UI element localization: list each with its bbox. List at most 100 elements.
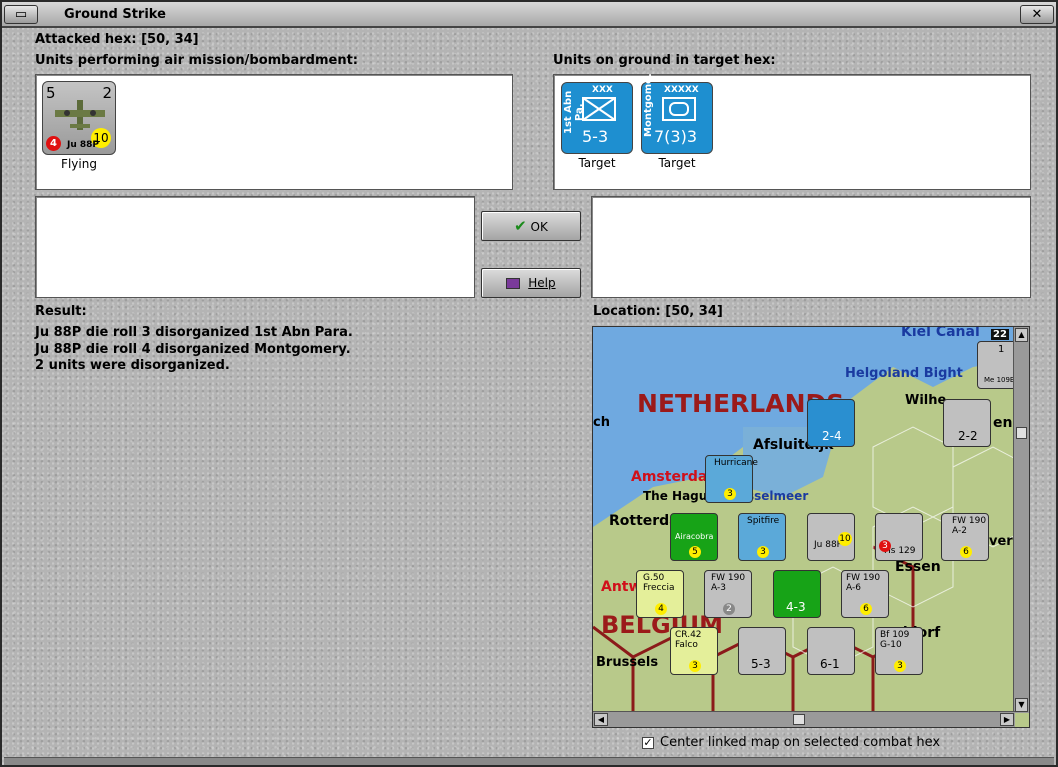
bomber-plane-icon <box>55 100 105 130</box>
counter-name: G.50 Freccia <box>643 573 675 593</box>
unit-values: 7(3)3 <box>654 127 698 146</box>
map-horizontal-scrollbar[interactable]: ◀ ▶ <box>593 711 1015 727</box>
unit-size: XXX <box>592 85 613 95</box>
window-title: Ground Strike <box>64 7 166 22</box>
mini-map[interactable]: Kiel Canal Helgoland Bight NETHERLANDS W… <box>592 326 1030 728</box>
unit-counter: Montgome. XXXXX 7(3)3 <box>641 73 713 154</box>
scroll-left-arrow-icon[interactable]: ◀ <box>594 713 608 726</box>
map-counter[interactable]: Hs 129 3 <box>875 513 923 561</box>
close-button[interactable]: ✕ <box>1020 5 1054 24</box>
ground-units-label: Units on ground in target hex: <box>553 53 776 68</box>
map-label: Kiel Canal <box>901 326 980 340</box>
counter-name: Spitfire <box>747 516 780 526</box>
air-units-label: Units performing air mission/bombardment… <box>35 53 359 68</box>
help-button[interactable]: Help <box>481 268 581 298</box>
result-line: Ju 88P die roll 4 disorganized Montgomer… <box>35 342 351 357</box>
counter-name: CR.42 Falco <box>675 630 702 650</box>
map-label: Helgoland Bight <box>845 366 963 381</box>
map-label: en <box>993 415 1013 431</box>
map-counter[interactable]: 5-3 <box>738 627 786 675</box>
counter-value: 3 <box>894 660 906 672</box>
result-label: Result: <box>35 304 87 319</box>
map-counter[interactable]: Spitfire 3 <box>738 513 786 561</box>
unit-status: Target <box>578 156 616 170</box>
counter-value: 3 <box>879 540 891 552</box>
scroll-down-arrow-icon[interactable]: ▼ <box>1015 698 1028 712</box>
scroll-thumb[interactable] <box>1016 427 1027 439</box>
map-counter[interactable]: Hurricane 3 <box>705 455 758 503</box>
scroll-right-arrow-icon[interactable]: ▶ <box>1000 713 1014 726</box>
map-counter[interactable]: Bf 109 G-10 3 <box>875 627 923 675</box>
counter-value: 3 <box>689 660 701 672</box>
check-icon: ✔ <box>514 217 527 235</box>
counter-value: 3 <box>724 488 736 500</box>
result-line: Ju 88P die roll 3 disorganized 1st Abn P… <box>35 325 353 340</box>
map-label: Wilhe <box>905 393 947 408</box>
counter-name: Bf 109 G-10 <box>880 630 910 650</box>
result-line: 2 units were disorganized. <box>35 358 230 373</box>
map-label: Essen <box>895 559 941 575</box>
counter-value: 6 <box>960 546 972 558</box>
center-map-checkbox-label: Center linked map on selected combat hex <box>660 735 941 750</box>
infantry-symbol-icon <box>582 97 616 121</box>
map-counter[interactable]: Ju 88P 10 <box>807 513 855 561</box>
counter-value: 6 <box>860 603 872 615</box>
scroll-up-arrow-icon[interactable]: ▲ <box>1015 328 1028 342</box>
counter-value: 1 <box>998 344 1005 355</box>
ground-unit-1st-abn-para[interactable]: 1st Abn Pa. XXX 5-3 Target <box>561 82 633 170</box>
map-counter[interactable]: 6-1 <box>807 627 855 675</box>
counter-value: 4-3 <box>786 600 806 614</box>
counter-value: 5 <box>689 546 701 558</box>
map-counter[interactable]: Airacobra 5 <box>670 513 718 561</box>
location-label: Location: [50, 34] <box>593 304 723 319</box>
counter-value: 4 <box>655 603 667 615</box>
unit-size: XXXXX <box>664 85 699 95</box>
unit-counter: 1st Abn Pa. XXX 5-3 <box>561 82 633 154</box>
attacker-message-panel <box>35 196 475 298</box>
title-bar: ▭ Ground Strike ✕ <box>2 2 1056 28</box>
map-counter[interactable]: FW 190 A-3 2 <box>704 570 752 618</box>
counter-value: 2-2 <box>958 429 978 443</box>
map-label: ver <box>989 534 1013 549</box>
counter-value: 2-4 <box>822 429 842 443</box>
counter-name: Hurricane <box>714 458 758 468</box>
map-vertical-scrollbar[interactable]: ▲ ▼ <box>1013 327 1029 713</box>
air-unit-ju88p[interactable]: 5 2 10 4 Ju 88P Flying <box>42 81 116 171</box>
map-counter[interactable]: FW 190 A-2 6 <box>941 513 989 561</box>
map-counter[interactable]: 2-2 <box>943 399 991 447</box>
map-label: Brussels <box>596 655 659 670</box>
counter-name: FW 190 A-3 <box>711 573 746 593</box>
status-strip <box>4 757 1054 765</box>
counter-value: 2 <box>723 603 735 615</box>
counter-name: Airacobra <box>675 532 714 541</box>
counter-value: 10 <box>838 532 852 546</box>
armor-symbol-icon <box>662 97 696 121</box>
map-counter[interactable]: 4-3 <box>773 570 821 618</box>
map-counter[interactable]: 2-4 <box>807 399 855 447</box>
die-badge: 4 <box>46 136 61 151</box>
air-units-panel: 5 2 10 4 Ju 88P Flying <box>35 74 513 190</box>
unit-status: Target <box>658 156 696 170</box>
counter-value: 6-1 <box>820 657 840 671</box>
ground-unit-montgomery[interactable]: Montgome. XXXXX 7(3)3 Target <box>641 73 713 170</box>
unit-values: 5-3 <box>582 127 609 146</box>
ground-units-panel: 1st Abn Pa. XXX 5-3 Target Montgome. XXX… <box>553 73 1031 190</box>
ok-button-label: OK <box>530 220 548 234</box>
unit-name: Ju 88P <box>67 140 100 150</box>
unit-side-label: Montgome. <box>643 73 654 137</box>
map-counter[interactable]: G.50 Freccia 4 <box>636 570 684 618</box>
counter-name: Me 109E <box>984 376 1015 384</box>
help-button-label: Help <box>528 276 556 290</box>
map-counter[interactable]: CR.42 Falco 3 <box>670 627 718 675</box>
ok-button[interactable]: ✔ OK <box>481 211 581 241</box>
window-menu-button[interactable]: ▭ <box>4 5 38 24</box>
map-counter[interactable]: FW 190 A-6 6 <box>841 570 889 618</box>
counter-value: 5-3 <box>751 657 771 671</box>
unit-counter: 5 2 10 4 Ju 88P <box>42 81 116 155</box>
scroll-thumb[interactable] <box>793 714 805 725</box>
counter-name: FW 190 A-6 <box>846 573 881 593</box>
counter-value: 3 <box>757 546 769 558</box>
help-book-icon <box>506 278 521 289</box>
center-map-checkbox[interactable]: ✓ <box>642 737 654 749</box>
ground-strike-window: ▭ Ground Strike ✕ Attacked hex: [50, 34]… <box>0 0 1058 767</box>
